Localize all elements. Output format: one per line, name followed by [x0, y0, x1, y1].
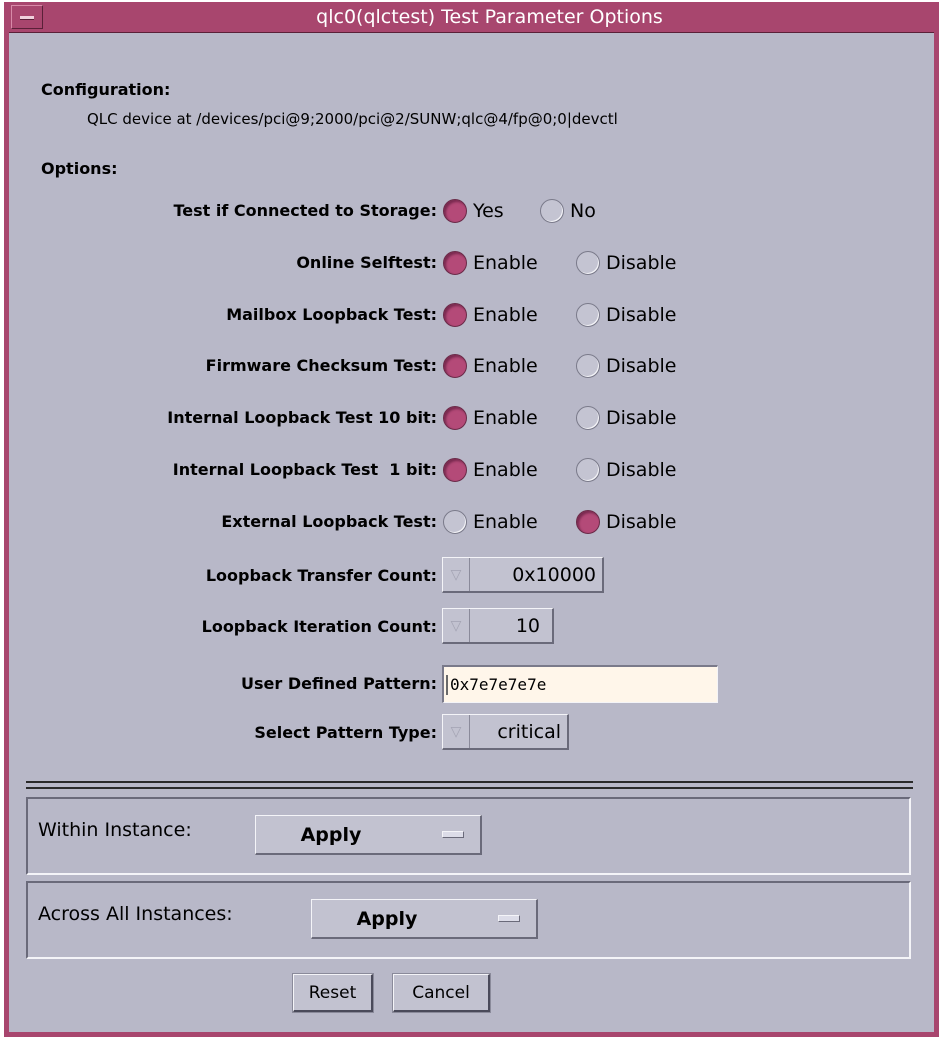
radio-selected-icon: [443, 458, 467, 482]
radio-unselected-icon: [576, 303, 600, 327]
option-menu-indicator-icon: [442, 831, 464, 838]
window-title: qlc0(qlctest) Test Parameter Options: [316, 6, 663, 28]
option-row-online-selftest: Online Selftest: Enable Disable: [9, 246, 934, 280]
radio-selected-icon: [443, 303, 467, 327]
internal-loopback-10bit-label: Internal Loopback Test 10 bit:: [167, 408, 437, 427]
radio-unselected-icon: [540, 199, 564, 223]
option-menu-indicator-icon: [498, 915, 520, 922]
radio-unselected-icon: [576, 251, 600, 275]
configuration-heading: Configuration:: [41, 80, 171, 99]
radio-unselected-icon: [576, 406, 600, 430]
window-menu-button[interactable]: [11, 5, 43, 29]
across-instances-menu[interactable]: Apply: [311, 899, 538, 939]
separator: [26, 787, 913, 789]
radio-selected-icon: [443, 354, 467, 378]
option-row-user-pattern: User Defined Pattern: 0x7e7e7e7e: [9, 665, 934, 703]
internal-loopback-1bit-label: Internal Loopback Test 1 bit:: [172, 460, 437, 479]
pattern-type-value: critical: [497, 721, 561, 743]
radio-selected-icon: [443, 251, 467, 275]
transfer-count-combo[interactable]: ▽ 0x10000: [442, 557, 604, 593]
option-row-pattern-type: Select Pattern Type: ▽ critical: [9, 714, 934, 750]
firmware-checksum-label: Firmware Checksum Test:: [205, 356, 437, 375]
window-menu-icon: [20, 16, 34, 20]
option-row-storage-test: Test if Connected to Storage: Yes No: [9, 194, 934, 228]
online-selftest-label: Online Selftest:: [296, 253, 437, 272]
option-row-internal-loopback-10bit: Internal Loopback Test 10 bit: Enable Di…: [9, 401, 934, 435]
combo-down-arrow-icon[interactable]: ▽: [443, 609, 470, 642]
transfer-count-value: 0x10000: [512, 564, 596, 586]
within-instance-label: Within Instance:: [38, 819, 192, 841]
transfer-count-label: Loopback Transfer Count:: [205, 566, 437, 585]
radio-selected-icon: [443, 406, 467, 430]
option-row-transfer-count: Loopback Transfer Count: ▽ 0x10000: [9, 557, 934, 593]
configuration-path: QLC device at /devices/pci@9;2000/pci@2/…: [87, 110, 618, 128]
within-instance-menu[interactable]: Apply: [255, 815, 482, 855]
radio-unselected-icon: [576, 354, 600, 378]
mailbox-loopback-label: Mailbox Loopback Test:: [226, 305, 437, 324]
option-row-internal-loopback-1bit: Internal Loopback Test 1 bit: Enable Dis…: [9, 453, 934, 487]
within-instance-group: Within Instance: Apply: [26, 797, 911, 875]
user-pattern-label: User Defined Pattern:: [240, 674, 437, 693]
iteration-count-label: Loopback Iteration Count:: [201, 617, 437, 636]
user-pattern-input[interactable]: 0x7e7e7e7e: [442, 665, 718, 703]
storage-test-label: Test if Connected to Storage:: [173, 201, 437, 220]
dialog-window: qlc0(qlctest) Test Parameter Options Con…: [4, 2, 939, 1037]
radio-selected-icon: [576, 510, 600, 534]
option-row-firmware-checksum: Firmware Checksum Test: Enable Disable: [9, 349, 934, 383]
iteration-count-combo[interactable]: ▽ 10: [442, 608, 554, 644]
combo-down-arrow-icon[interactable]: ▽: [443, 715, 470, 748]
radio-unselected-icon: [576, 458, 600, 482]
separator: [26, 781, 913, 783]
cancel-button[interactable]: Cancel: [392, 973, 491, 1013]
reset-button[interactable]: Reset: [292, 973, 374, 1013]
option-row-iteration-count: Loopback Iteration Count: ▽ 10: [9, 608, 934, 644]
across-instances-label: Across All Instances:: [38, 903, 233, 925]
radio-unselected-icon: [443, 510, 467, 534]
pattern-type-combo[interactable]: ▽ critical: [442, 714, 569, 750]
across-instances-value: Apply: [356, 908, 418, 930]
across-instances-group: Across All Instances: Apply: [26, 881, 911, 959]
pattern-type-label: Select Pattern Type:: [254, 723, 437, 742]
combo-down-arrow-icon[interactable]: ▽: [443, 558, 470, 591]
radio-selected-icon: [443, 199, 467, 223]
external-loopback-label: External Loopback Test:: [221, 512, 437, 531]
title-bar[interactable]: qlc0(qlctest) Test Parameter Options: [9, 2, 934, 33]
option-row-mailbox-loopback: Mailbox Loopback Test: Enable Disable: [9, 298, 934, 332]
iteration-count-value: 10: [515, 615, 540, 637]
within-instance-value: Apply: [300, 824, 362, 846]
options-heading: Options:: [41, 159, 118, 178]
text-cursor-icon: [446, 675, 448, 695]
option-row-external-loopback: External Loopback Test: Enable Disable: [9, 505, 934, 539]
